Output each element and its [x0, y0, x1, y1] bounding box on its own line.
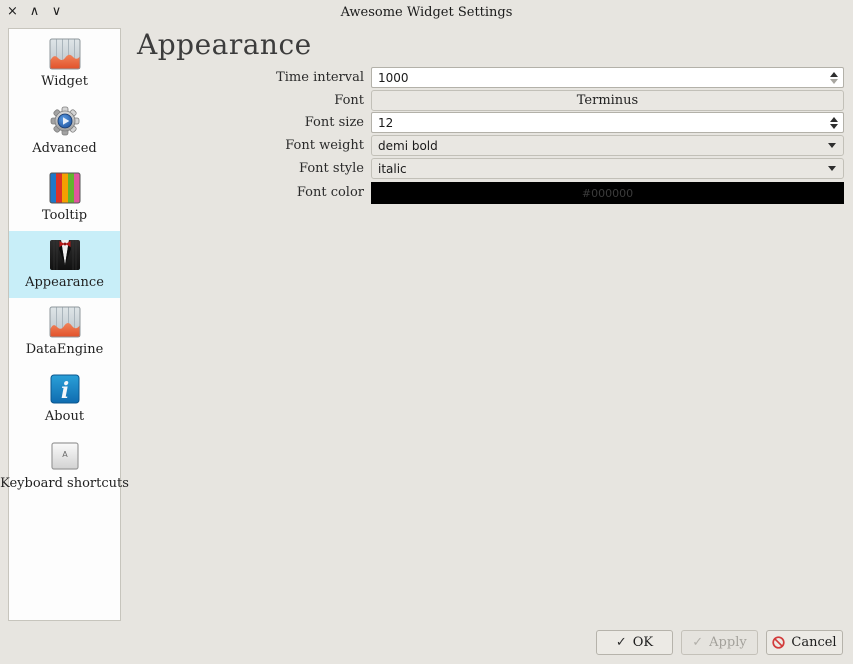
spinner-buttons[interactable] — [825, 68, 843, 87]
sidebar-item-label: Appearance — [25, 275, 104, 290]
apply-button-label: Apply — [709, 635, 747, 650]
cancel-button-label: Cancel — [791, 635, 836, 650]
cancel-button[interactable]: Cancel — [766, 630, 843, 655]
form-row-time-interval: Time interval 1000 — [140, 67, 844, 88]
sidebar-item-tooltip[interactable]: Tooltip — [9, 164, 120, 231]
time-interval-value: 1000 — [378, 71, 409, 85]
ok-button-label: OK — [633, 635, 653, 650]
font-style-label: Font style — [140, 158, 371, 179]
sidebar-item-dataengine[interactable]: DataEngine — [9, 298, 120, 365]
form-row-font-size: Font size 12 — [140, 112, 844, 133]
sidebar-item-about[interactable]: i About — [9, 365, 120, 432]
page-title: Appearance — [137, 28, 312, 61]
font-weight-dropdown[interactable]: demi bold — [371, 135, 844, 156]
sidebar-item-widget[interactable]: Widget — [9, 30, 120, 97]
font-style-value: italic — [378, 162, 407, 176]
font-color-button[interactable]: #000000 — [371, 182, 844, 204]
sidebar-item-appearance[interactable]: Appearance — [9, 231, 120, 298]
keyboard-key-icon: A — [49, 440, 81, 472]
sidebar-item-label: Advanced — [32, 141, 96, 156]
gear-icon — [49, 105, 81, 137]
form-row-font: Font Terminus — [140, 90, 844, 111]
widget-icon — [49, 38, 81, 70]
apply-button[interactable]: ✓ Apply — [681, 630, 758, 655]
chevron-down-icon — [828, 143, 836, 148]
sidebar-item-label: DataEngine — [26, 342, 104, 357]
font-size-spinbox[interactable]: 12 — [371, 112, 844, 133]
cancel-icon — [772, 636, 785, 649]
spin-down-icon[interactable] — [830, 79, 838, 84]
font-color-label: Font color — [140, 182, 371, 204]
spinner-buttons[interactable] — [825, 113, 843, 132]
sidebar-item-label: Tooltip — [42, 208, 87, 223]
time-interval-label: Time interval — [140, 67, 371, 88]
time-interval-spinbox[interactable]: 1000 — [371, 67, 844, 88]
font-label: Font — [140, 90, 371, 111]
font-size-label: Font size — [140, 112, 371, 133]
font-picker-button[interactable]: Terminus — [371, 90, 844, 111]
tooltip-icon — [49, 172, 81, 204]
sidebar-item-label: Keyboard shortcuts — [0, 476, 129, 491]
sidebar-item-keyboard-shortcuts[interactable]: A Keyboard shortcuts — [9, 432, 120, 499]
form-row-font-color: Font color #000000 — [140, 182, 844, 204]
tuxedo-icon — [49, 239, 81, 271]
svg-text:i: i — [60, 378, 68, 404]
ok-button[interactable]: ✓ OK — [596, 630, 673, 655]
chevron-down-icon — [828, 166, 836, 171]
spin-up-icon[interactable] — [830, 72, 838, 77]
sidebar: Widget Advanced — [8, 28, 121, 621]
font-weight-value: demi bold — [378, 139, 438, 153]
window-title: Awesome Widget Settings — [0, 5, 853, 20]
dataengine-icon — [49, 306, 81, 338]
font-size-value: 12 — [378, 116, 393, 130]
font-style-dropdown[interactable]: italic — [371, 158, 844, 179]
font-name-value: Terminus — [577, 93, 638, 108]
checkmark-icon: ✓ — [692, 635, 703, 650]
sidebar-item-advanced[interactable]: Advanced — [9, 97, 120, 164]
spin-up-icon[interactable] — [830, 117, 838, 122]
spin-down-icon[interactable] — [830, 124, 838, 129]
svg-text:A: A — [62, 450, 68, 459]
font-weight-label: Font weight — [140, 135, 371, 156]
font-color-value: #000000 — [582, 187, 633, 200]
info-icon: i — [49, 373, 81, 405]
titlebar: × ∧ ∨ Awesome Widget Settings — [0, 0, 853, 26]
sidebar-item-label: Widget — [41, 74, 88, 89]
form-row-font-style: Font style italic — [140, 158, 844, 179]
form-row-font-weight: Font weight demi bold — [140, 135, 844, 156]
checkmark-icon: ✓ — [616, 635, 627, 650]
sidebar-item-label: About — [45, 409, 84, 424]
